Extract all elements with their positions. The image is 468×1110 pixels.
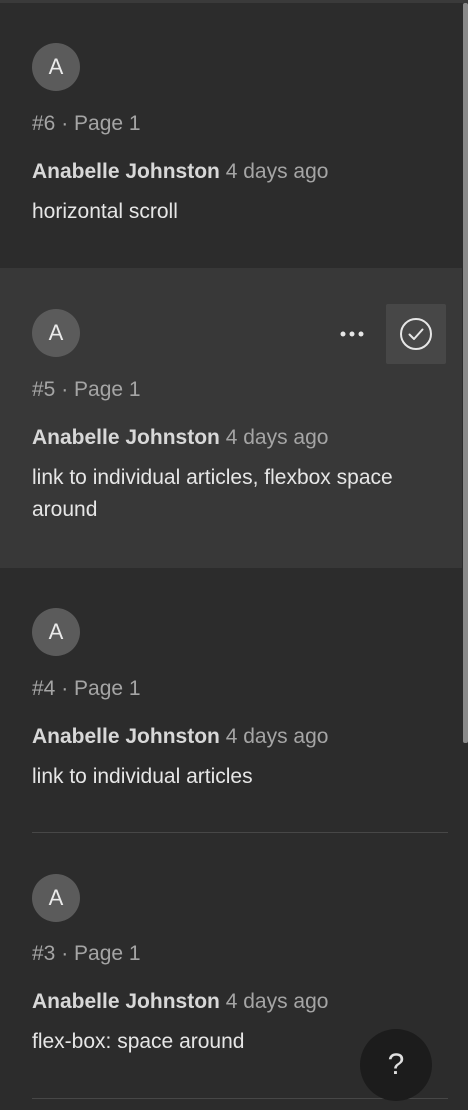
comment-author: Anabelle Johnston <box>32 725 220 748</box>
comment-author-line: Anabelle Johnston 4 days ago <box>32 725 328 749</box>
comment-meta: #6 · Page 1 <box>32 112 141 135</box>
comment-time: 4 days ago <box>225 725 329 748</box>
comment-time: 4 days ago <box>225 990 329 1013</box>
resolve-button[interactable] <box>386 304 446 364</box>
comment-time: 4 days ago <box>225 160 329 183</box>
avatar: A <box>32 608 80 656</box>
comment-author-line: Anabelle Johnston 4 days ago <box>32 426 328 450</box>
avatar: A <box>32 874 80 922</box>
comment-meta: #5 · Page 1 <box>32 378 141 401</box>
comment-author-line: Anabelle Johnston 4 days ago <box>32 160 328 184</box>
comment-text: horizontal scroll <box>32 200 178 223</box>
more-options-button[interactable] <box>330 312 374 356</box>
comment-author: Anabelle Johnston <box>32 990 220 1013</box>
comment-time: 4 days ago <box>225 426 329 449</box>
comment-author-line: Anabelle Johnston 4 days ago <box>32 990 328 1014</box>
comment-meta: #3 · Page 1 <box>32 942 141 965</box>
comment-item[interactable]: A #6 · Page 1 Anabelle Johnston 4 days a… <box>0 3 462 268</box>
scrollbar-thumb[interactable] <box>463 3 468 743</box>
comment-author: Anabelle Johnston <box>32 160 220 183</box>
avatar: A <box>32 43 80 91</box>
more-horizontal-icon <box>340 331 364 337</box>
comment-text: link to individual articles <box>32 765 253 788</box>
comment-meta: #4 · Page 1 <box>32 677 141 700</box>
comment-item[interactable]: A #4 · Page 1 Anabelle Johnston 4 days a… <box>0 568 462 833</box>
avatar: A <box>32 309 80 357</box>
comment-item[interactable]: A #5 · Page 1 Anabelle Johnston 4 days a… <box>0 268 462 568</box>
comment-text: link to individual articles, flexbox spa… <box>32 466 393 521</box>
comment-author: Anabelle Johnston <box>32 426 220 449</box>
help-button[interactable]: ? <box>360 1029 432 1101</box>
check-circle-icon <box>400 318 432 350</box>
comments-panel: A #6 · Page 1 Anabelle Johnston 4 days a… <box>0 0 468 1110</box>
